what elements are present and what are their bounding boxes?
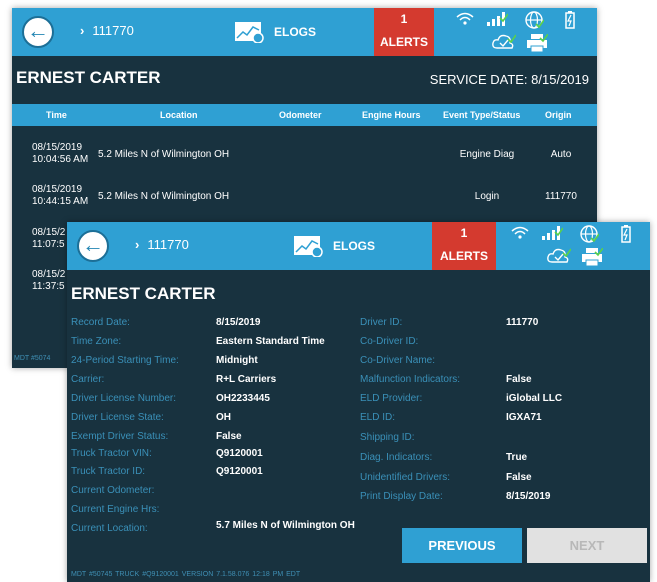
globe-icon (580, 225, 599, 243)
battery-icon (621, 225, 631, 243)
field-value: False (216, 431, 242, 442)
field-label: Exempt Driver Status: (71, 431, 169, 442)
field-label: ELD Provider: (360, 393, 423, 404)
field-label: Truck Tractor VIN: (71, 448, 152, 459)
field-label: Print Display Date: (360, 491, 443, 502)
battery-icon (565, 11, 575, 29)
column-header: Odometer (279, 110, 322, 120)
field-value: 111770 (506, 317, 539, 328)
signal-bars-icon (487, 12, 508, 26)
field-label: Carrier: (71, 374, 105, 385)
back-arrow-icon: ← (27, 18, 49, 43)
top-bar: ← › 111770 ELOGS 1 ALERTS (67, 222, 650, 270)
chevron-right-icon: › (80, 23, 85, 38)
back-arrow-icon: ← (82, 232, 104, 257)
field-label: Malfunction Indicators: (360, 374, 461, 385)
field-label: Unidentified Drivers: (360, 472, 451, 483)
table-row[interactable]: 08/15/2019 10:44:15 AM 5.2 Miles N of Wil… (12, 180, 597, 216)
field-label: Current Engine Hrs: (71, 504, 160, 515)
column-header: Engine Hours (362, 110, 421, 120)
field-label: Truck Tractor ID: (71, 466, 146, 477)
signal-bars-icon (542, 226, 563, 240)
field-value: False (506, 472, 532, 483)
column-header: Event Type/Status (443, 110, 521, 120)
row-origin: 111770 (545, 191, 577, 202)
field-value: 8/15/2019 (216, 317, 261, 328)
wifi-icon (456, 12, 474, 25)
field-value: 5.7 Miles N of Wilmington OH (216, 520, 355, 531)
driver-name: ERNEST CARTER (71, 284, 216, 303)
breadcrumb[interactable]: › 111770 (135, 237, 189, 252)
driver-name: ERNEST CARTER (16, 68, 161, 87)
field-value: IGXA71 (506, 412, 542, 423)
top-bar: ← › 111770 ELOGS 1 ALERTS (12, 8, 597, 56)
field-label: Diag. Indicators: (360, 452, 433, 463)
alerts-button[interactable]: 1 ALERTS (432, 222, 496, 270)
log-table-header: Time Location Odometer Engine Hours Even… (12, 104, 597, 126)
cloud-check-icon (547, 248, 571, 263)
field-value: OH2233445 (216, 393, 270, 404)
field-label: 24-Period Starting Time: (71, 355, 179, 366)
status-footer: MDT #5074 (14, 355, 51, 362)
field-label: Current Location: (71, 523, 148, 534)
row-location: 5.2 Miles N of Wilmington OH (98, 191, 230, 202)
printer-icon (582, 248, 603, 266)
field-value: False (506, 374, 532, 385)
column-header: Time (46, 110, 67, 120)
next-button[interactable]: NEXT (527, 528, 647, 563)
field-label: Driver License Number: (71, 393, 177, 404)
field-value: True (506, 452, 528, 463)
field-value: 8/15/2019 (506, 491, 551, 502)
driver-details-screen: ← › 111770 ELOGS 1 ALERTS ERNEST CARTER … (67, 222, 650, 582)
field-value: Q9120001 (216, 448, 263, 459)
field-value: OH (216, 412, 231, 423)
printer-icon (527, 34, 548, 52)
elogs-chart-icon (235, 22, 264, 43)
row-event: Engine Diag (459, 149, 515, 160)
row-time: 08/15/2019 10:44:15 AM (32, 184, 89, 207)
row-origin: Auto (550, 149, 572, 160)
service-date: SERVICE DATE: 8/15/2019 (429, 72, 589, 87)
field-label: Co-Driver Name: (360, 355, 436, 366)
chevron-right-icon: › (135, 237, 140, 252)
row-time: 08/15/2019 10:04:56 AM (32, 142, 89, 165)
wifi-icon (511, 226, 529, 239)
table-row[interactable]: 08/15/2 11:37:5 (32, 269, 65, 293)
field-value: Midnight (216, 355, 258, 366)
previous-button[interactable]: PREVIOUS (402, 528, 522, 563)
field-label: Driver License State: (71, 412, 164, 423)
elogs-button[interactable]: ELOGS (293, 222, 375, 270)
field-label: Shipping ID: (360, 432, 415, 443)
cloud-check-icon (492, 34, 516, 49)
field-label: Current Odometer: (71, 485, 155, 496)
field-value: Q9120001 (216, 466, 263, 477)
status-footer: MDT #50745 TRUCK #Q9120001 VERSION 7.1.5… (71, 571, 301, 578)
row-event: Login (474, 191, 500, 202)
elogs-chart-icon (294, 236, 323, 257)
table-row[interactable]: 08/15/2019 10:04:56 AM 5.2 Miles N of Wil… (12, 138, 597, 174)
table-row[interactable]: 08/15/2 11:07:5 (32, 227, 65, 251)
column-header: Location (160, 110, 198, 120)
field-label: ELD ID: (360, 412, 396, 423)
back-button[interactable]: ← (77, 230, 109, 262)
status-icons (452, 8, 597, 56)
field-label: Record Date: (71, 317, 130, 328)
field-value: R+L Carriers (216, 374, 277, 385)
alerts-button[interactable]: 1 ALERTS (374, 8, 434, 56)
column-header: Origin (545, 110, 572, 120)
row-location: 5.2 Miles N of Wilmington OH (98, 149, 230, 160)
field-label: Time Zone: (71, 336, 122, 347)
field-label: Driver ID: (360, 317, 403, 328)
field-label: Co-Driver ID: (360, 336, 419, 347)
elogs-button[interactable]: ELOGS (234, 8, 316, 56)
field-value: iGlobal LLC (506, 393, 563, 404)
status-icons (507, 222, 650, 270)
breadcrumb[interactable]: › 111770 (80, 23, 134, 38)
field-value: Eastern Standard Time (216, 336, 325, 347)
globe-icon (525, 11, 544, 29)
back-button[interactable]: ← (22, 16, 54, 48)
